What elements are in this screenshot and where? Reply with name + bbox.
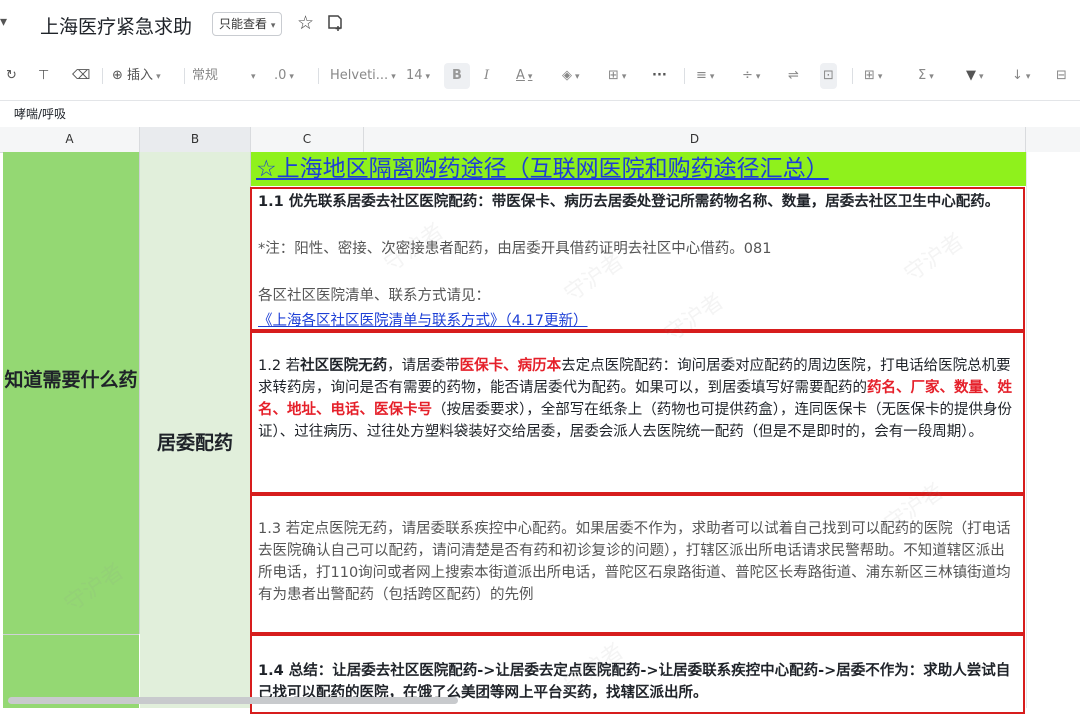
font-color-button[interactable]: A ▾ xyxy=(516,56,532,96)
font-family-label: Helveti... xyxy=(330,68,389,83)
align-icon[interactable]: ≡ ▾ xyxy=(696,56,714,96)
permission-label: 只能查看 xyxy=(219,17,268,31)
merge-cells-icon[interactable]: ⊡ xyxy=(820,63,837,89)
cell-1-2-text: 1.2 若社区医院无药，请居委带医保卡、病历本去定点医院配药：询问居委对应配药的… xyxy=(258,355,1015,443)
filter-icon[interactable]: ▼ ▾ xyxy=(966,56,984,96)
back-chevron-icon[interactable]: ▾ xyxy=(0,14,7,30)
text-run: ，请居委带 xyxy=(387,358,460,374)
column-header-b[interactable]: B xyxy=(140,127,251,152)
sum-label: Σ xyxy=(918,68,927,83)
number-format-dropdown[interactable]: 常规 xyxy=(192,56,218,96)
italic-button[interactable]: I xyxy=(484,56,489,96)
formula-bar[interactable]: 哮喘/呼吸 xyxy=(0,100,1080,128)
wrap-text-icon[interactable]: ⇌ xyxy=(788,56,799,96)
chevron-down-icon: ▾ xyxy=(251,72,256,82)
sum-button[interactable]: Σ ▾ xyxy=(918,56,934,96)
cell-1-2[interactable]: 1.2 若社区医院无药，请居委带医保卡、病历本去定点医院配药：询问居委对应配药的… xyxy=(250,331,1025,494)
freeze-icon[interactable]: ⊞ ▾ xyxy=(864,56,882,96)
cell-1-1[interactable]: 1.1 优先联系居委去社区医院配药：带医保卡、病历去居委处登记所需药物名称、数量… xyxy=(250,187,1025,331)
number-format-label: 常规 xyxy=(192,68,219,83)
cell-1-1-main-text: 1.1 优先联系居委去社区医院配药：带医保卡、病历去居委处登记所需药物名称、数量… xyxy=(258,194,1000,210)
horizontal-scrollbar[interactable] xyxy=(8,697,458,704)
formula-value: 哮喘/呼吸 xyxy=(14,107,67,121)
insert-label: 插入 xyxy=(127,68,154,83)
add-comment-icon[interactable] xyxy=(326,14,344,32)
more-options-button[interactable]: ··· xyxy=(652,56,667,96)
cell-1-1-list-label: 各区社区医院清单、联系方式请见： xyxy=(258,288,490,304)
font-family-dropdown[interactable]: Helveti... ▾ xyxy=(330,56,396,96)
text-run-bold: 社区医院无药 xyxy=(300,358,388,374)
redo-icon[interactable]: ↻ xyxy=(6,56,17,96)
plus-circle-icon: ⊕ xyxy=(112,68,123,83)
toolbar: ↻ ⊤ ⌫ ⊕ 插入 ▾ 常规 ▾ .0 ▾ Helveti... ▾ 14 ▾ B I… xyxy=(0,56,1080,96)
header-link[interactable]: ☆上海地区隔离购药途径（互联网医院和购药途径汇总） xyxy=(256,152,829,186)
column-header-c[interactable]: C xyxy=(251,127,364,152)
document-title[interactable]: 上海医疗紧急求助 xyxy=(40,12,192,39)
column-header-d[interactable]: D xyxy=(364,127,1026,152)
font-size-dropdown[interactable]: 14 ▾ xyxy=(406,56,430,96)
star-icon[interactable]: ☆ xyxy=(297,12,319,34)
vertical-align-icon[interactable]: ÷ ▾ xyxy=(742,56,760,96)
text-run-red: 医保卡、病历本 xyxy=(459,358,562,374)
hospital-list-link[interactable]: 《上海各区社区医院清单与联系方式》（4.17更新） xyxy=(258,313,588,329)
column-header-a[interactable]: A xyxy=(0,127,140,152)
font-size-label: 14 xyxy=(406,68,423,83)
cell-1-1-note: *注：阳性、密接、次密接患者配药，由居委开具借药证明去社区中心借药。081 xyxy=(258,241,772,257)
border-icon[interactable]: ⊞ ▾ xyxy=(608,56,626,96)
cell-b-label: 居委配药 xyxy=(156,432,233,454)
decimal-label: .0 xyxy=(274,68,287,83)
decimal-button[interactable]: .0 ▾ xyxy=(274,56,294,96)
chevron-down-icon: ▾ xyxy=(270,21,276,31)
sort-icon[interactable]: ↓ ▾ xyxy=(1012,56,1030,96)
format-painter-icon[interactable]: ⊤ xyxy=(38,56,49,96)
column-headers: A B C D xyxy=(0,127,1080,153)
insert-button[interactable]: ⊕ 插入 ▾ xyxy=(112,56,161,96)
more-toolbar-icon[interactable]: ⊟ xyxy=(1056,56,1067,96)
permission-dropdown[interactable]: 只能查看 ▾ xyxy=(212,12,283,36)
clear-format-icon[interactable]: ⌫ xyxy=(72,56,90,96)
empty-column[interactable] xyxy=(1026,152,1080,708)
text-run: 1.2 若 xyxy=(258,358,301,374)
bold-button[interactable]: B xyxy=(444,63,470,89)
cell-1-3-text: 1.3 若定点医院无药，请居委联系疾控中心配药。如果居委不作为，求助者可以试着自… xyxy=(258,521,1011,603)
font-color-label: A xyxy=(516,68,525,83)
cell-1-3[interactable]: 1.3 若定点医院无药，请居委联系疾控中心配药。如果居委不作为，求助者可以试着自… xyxy=(250,494,1025,634)
cell-a-label: 知道需要什么药 xyxy=(4,369,138,391)
title-bar: ▾ 上海医疗紧急求助 只能查看 ▾ ☆ xyxy=(0,0,1080,52)
fill-color-icon[interactable]: ◈ ▾ xyxy=(562,56,580,96)
